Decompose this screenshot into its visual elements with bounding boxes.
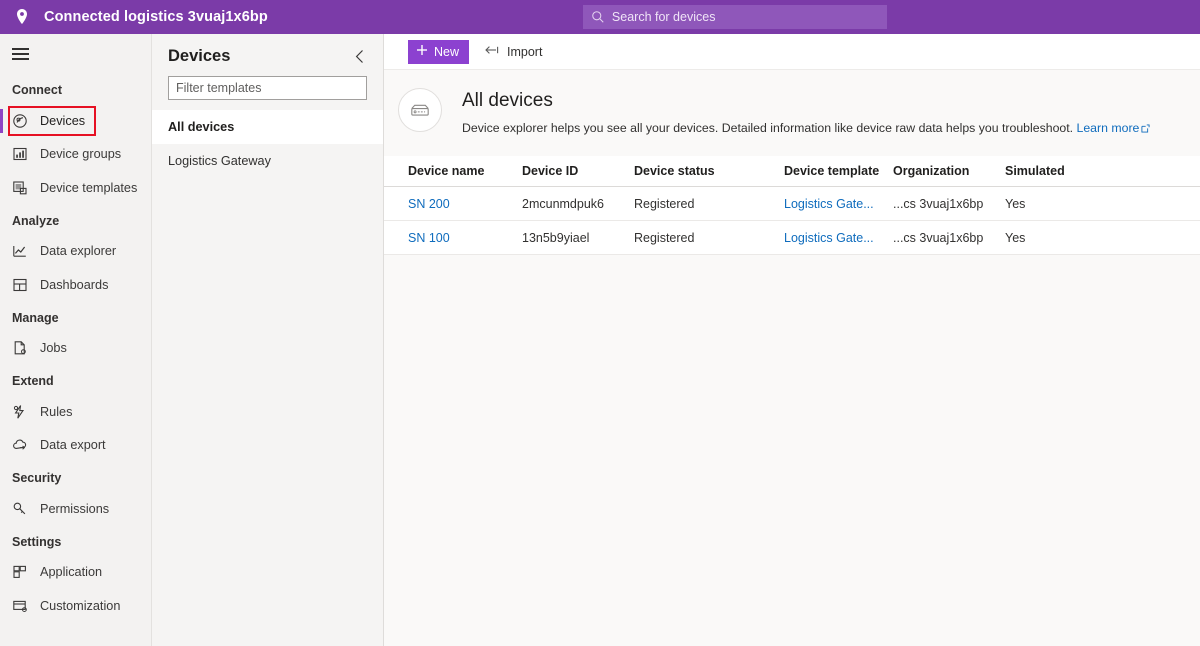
app-header: Connected logistics 3vuaj1x6bp xyxy=(0,0,1200,34)
column-header-device-id: Device ID xyxy=(522,164,579,178)
cell-device-name[interactable]: SN 100 xyxy=(408,231,522,245)
command-bar: New Import xyxy=(384,34,1200,70)
cell-device-id: 2mcunmdpuk6 xyxy=(522,196,604,211)
nav-group-analyze: Analyze xyxy=(12,213,60,228)
chevron-left-icon[interactable] xyxy=(349,46,369,66)
page-header: All devices Device explorer helps you se… xyxy=(384,70,1200,137)
cell-simulated: Yes xyxy=(1005,196,1026,211)
sidebar-item-application[interactable]: Application xyxy=(0,556,151,590)
column-header-organization: Organization xyxy=(893,164,970,178)
learn-more-label: Learn more xyxy=(1076,121,1140,135)
sidebar-item-label: Device groups xyxy=(40,147,122,162)
sidebar-item-label: Jobs xyxy=(40,341,67,356)
sidebar-item-label: Application xyxy=(40,565,103,580)
import-arrow-icon xyxy=(485,44,500,59)
template-item-label: All devices xyxy=(168,120,235,134)
table-row[interactable]: SN 100 13n5b9yiael Registered Logistics … xyxy=(384,221,1200,255)
sidebar-item-devices[interactable]: Devices xyxy=(0,104,151,138)
template-item-label: Logistics Gateway xyxy=(168,154,271,168)
table-row[interactable]: SN 200 2mcunmdpuk6 Registered Logistics … xyxy=(384,187,1200,221)
device-templates-icon xyxy=(12,180,34,196)
cell-organization: ...cs 3vuaj1x6bp xyxy=(893,230,984,245)
table-header-row: Device name Device ID Device status Devi… xyxy=(384,156,1200,187)
nav-group-connect: Connect xyxy=(12,83,62,97)
application-icon xyxy=(12,564,34,580)
nav-group-settings: Settings xyxy=(12,534,62,549)
devices-template-panel: Devices All devices Logistics Gateway xyxy=(152,34,384,646)
device-groups-icon xyxy=(12,146,34,162)
sidebar-item-label: Data explorer xyxy=(40,244,117,259)
nav-group-manage: Manage xyxy=(12,310,59,325)
cell-simulated: Yes xyxy=(1005,230,1026,245)
sidebar-item-label: Rules xyxy=(40,404,73,419)
import-button-label: Import xyxy=(507,44,543,59)
dashboards-icon xyxy=(12,277,34,293)
page-description: Device explorer helps you see all your d… xyxy=(462,112,1150,137)
data-export-icon xyxy=(12,437,34,453)
plus-icon xyxy=(416,44,428,59)
permissions-key-icon xyxy=(12,501,34,517)
devices-table: Device name Device ID Device status Devi… xyxy=(384,156,1200,255)
column-header-device-template: Device template xyxy=(784,164,880,178)
sidebar-item-dashboards[interactable]: Dashboards xyxy=(0,268,151,302)
page-description-text: Device explorer helps you see all your d… xyxy=(462,121,1074,135)
rules-icon xyxy=(12,404,34,420)
template-item-logistics-gateway[interactable]: Logistics Gateway xyxy=(152,144,383,178)
data-explorer-icon xyxy=(12,243,34,259)
sidebar-item-jobs[interactable]: Jobs xyxy=(0,332,151,366)
column-header-device-name: Device name xyxy=(408,164,485,178)
cell-device-template[interactable]: Logistics Gate... xyxy=(784,197,893,211)
sidebar-item-permissions[interactable]: Permissions xyxy=(0,492,151,526)
new-button-label: New xyxy=(434,44,460,59)
import-button[interactable]: Import xyxy=(477,40,550,64)
sidebar-item-customization[interactable]: Customization xyxy=(0,589,151,623)
column-header-simulated: Simulated xyxy=(1005,164,1065,178)
app-title: Connected logistics 3vuaj1x6bp xyxy=(44,9,268,25)
device-box-icon xyxy=(398,88,442,132)
template-item-all-devices[interactable]: All devices xyxy=(152,110,383,144)
sidebar-item-data-explorer[interactable]: Data explorer xyxy=(0,235,151,269)
cell-organization: ...cs 3vuaj1x6bp xyxy=(893,196,984,211)
sidebar-item-label: Data export xyxy=(40,438,106,453)
sidebar-item-device-groups[interactable]: Device groups xyxy=(0,138,151,172)
page-title: All devices xyxy=(462,90,553,111)
filter-templates-wrap xyxy=(152,72,383,110)
cell-device-status: Registered xyxy=(634,196,695,211)
external-link-icon xyxy=(1141,121,1150,137)
panel-title: Devices xyxy=(168,46,231,65)
column-header-device-status: Device status xyxy=(634,164,715,178)
filter-templates-input[interactable] xyxy=(168,76,367,100)
location-pin-icon xyxy=(0,8,44,26)
main-content: New Import All devices Device explorer h… xyxy=(384,34,1200,646)
hamburger-menu-icon[interactable] xyxy=(0,34,151,74)
sidebar-item-label: Devices xyxy=(40,113,86,128)
cell-device-template[interactable]: Logistics Gate... xyxy=(784,231,893,245)
sidebar-item-rules[interactable]: Rules xyxy=(0,395,151,429)
sidebar-item-label: Dashboards xyxy=(40,277,109,292)
new-button[interactable]: New xyxy=(408,39,470,64)
cell-device-status: Registered xyxy=(634,230,695,245)
jobs-icon xyxy=(12,340,34,356)
nav-group-extend: Extend xyxy=(12,374,54,388)
sidebar-item-label: Device templates xyxy=(40,180,138,195)
nav-group-security: Security xyxy=(12,471,62,485)
search-icon xyxy=(591,10,608,24)
learn-more-link[interactable]: Learn more xyxy=(1077,121,1151,135)
search-input[interactable] xyxy=(607,6,879,28)
devices-panel-header: Devices xyxy=(152,34,383,72)
devices-icon xyxy=(12,113,34,129)
cell-device-name[interactable]: SN 200 xyxy=(408,197,522,211)
cell-device-id: 13n5b9yiael xyxy=(522,230,590,245)
left-navigation: Connect Devices Device groups Device tem… xyxy=(0,34,152,646)
sidebar-item-label: Customization xyxy=(40,598,121,613)
sidebar-item-label: Permissions xyxy=(40,501,110,516)
sidebar-item-data-export[interactable]: Data export xyxy=(0,429,151,463)
customization-icon xyxy=(12,598,34,614)
sidebar-item-device-templates[interactable]: Device templates xyxy=(0,171,151,205)
global-search[interactable] xyxy=(583,5,887,29)
